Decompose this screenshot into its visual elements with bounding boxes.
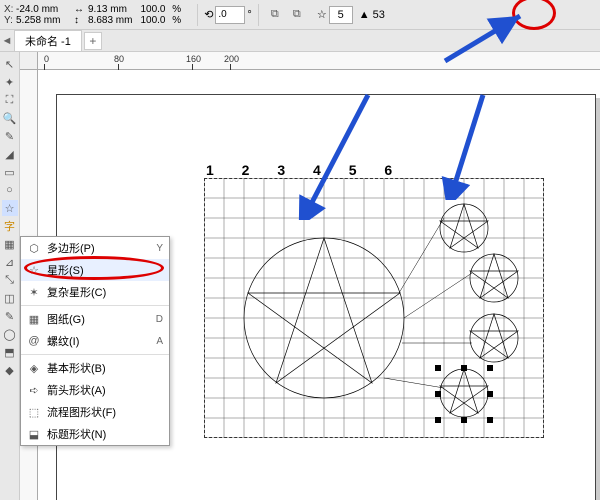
separator: [258, 4, 259, 26]
menu-complex-star[interactable]: ✶复杂星形(C): [21, 281, 169, 303]
mirror-h-icon[interactable]: ⧉: [265, 5, 285, 25]
annotation-arrow-2: [438, 90, 498, 200]
table-tool-icon[interactable]: ▦: [2, 236, 18, 252]
mirror-v-icon[interactable]: ⧉: [287, 5, 307, 25]
spiral-icon: @: [27, 334, 41, 348]
polygon-tool-icon[interactable]: ☆: [2, 200, 18, 216]
complex-star-icon: ✶: [27, 285, 41, 299]
menu-spiral[interactable]: @螺纹(I)A: [21, 330, 169, 352]
zoom-tool-icon[interactable]: 🔍: [2, 110, 18, 126]
add-tab-button[interactable]: +: [84, 32, 102, 50]
menu-arrow-shapes[interactable]: ➪箭头形状(A): [21, 379, 169, 401]
position-readout: X:-24.0 mm Y:5.258 mm: [4, 4, 66, 26]
scale-readout: 100.0 % 100.0 %: [140, 4, 181, 26]
menu-star[interactable]: ☆星形(S): [21, 259, 169, 281]
degree-label: °: [247, 9, 251, 21]
width-value[interactable]: 9.13 mm: [88, 4, 127, 15]
size-readout: ↔9.13 mm ↕8.683 mm: [74, 4, 132, 26]
menu-banner-shapes[interactable]: ⬓标题形状(N): [21, 423, 169, 445]
ellipse-tool-icon[interactable]: ○: [2, 182, 18, 198]
rotation-control: ⟲ °: [204, 6, 252, 24]
menu-flowchart-shapes[interactable]: ⬚流程图形状(F): [21, 401, 169, 423]
height-value[interactable]: 8.683 mm: [88, 15, 132, 26]
eyedropper-tool-icon[interactable]: ✎: [2, 308, 18, 324]
interactive-fill-icon[interactable]: ◆: [2, 362, 18, 378]
scale-y[interactable]: 100.0: [140, 15, 165, 26]
menu-separator: [21, 354, 169, 355]
star-icon: ☆: [27, 263, 41, 277]
outline-tool-icon[interactable]: ◯: [2, 326, 18, 342]
polygon-flyout-menu: ⬡多边形(P)Y ☆星形(S) ✶复杂星形(C) ▦图纸(G)D @螺纹(I)A…: [20, 236, 170, 446]
shape-tool-icon[interactable]: ✦: [2, 74, 18, 90]
effects-tool-icon[interactable]: ◫: [2, 290, 18, 306]
rotate-icon: ⟲: [204, 8, 213, 21]
tab-prev-icon[interactable]: ◄: [0, 34, 14, 48]
menu-graph-paper[interactable]: ▦图纸(G)D: [21, 308, 169, 330]
width-icon: ↔: [74, 4, 86, 14]
smart-fill-icon[interactable]: ◢: [2, 146, 18, 162]
sharpness-icon: ▲: [359, 9, 370, 21]
y-label: Y:: [4, 15, 14, 26]
shapes-icon: ◈: [27, 361, 41, 375]
connector-tool-icon[interactable]: ⤡: [2, 272, 18, 288]
toolbox: ↖ ✦ ⛶ 🔍 ✎ ◢ ▭ ○ ☆ 字 ▦ ⊿ ⤡ ◫ ✎ ◯ ⬒ ◆: [0, 52, 20, 500]
angle-input[interactable]: [215, 6, 245, 24]
x-label: X:: [4, 4, 14, 15]
x-value[interactable]: -24.0 mm: [16, 4, 66, 15]
annotation-arrow-3: [440, 6, 540, 66]
rectangle-tool-icon[interactable]: ▭: [2, 164, 18, 180]
tab-active[interactable]: 未命名 -1: [14, 30, 82, 51]
hexagon-icon: ⬡: [27, 241, 41, 255]
flowchart-icon: ⬚: [27, 405, 41, 419]
fill-tool-icon[interactable]: ⬒: [2, 344, 18, 360]
banner-icon: ⬓: [27, 427, 41, 441]
arrow-shape-icon: ➪: [27, 383, 41, 397]
grid-icon: ▦: [27, 312, 41, 326]
sharpness-value: 53: [373, 9, 385, 21]
freehand-tool-icon[interactable]: ✎: [2, 128, 18, 144]
annotation-arrow-1: [298, 90, 378, 220]
crop-tool-icon[interactable]: ⛶: [2, 92, 18, 108]
y-value[interactable]: 5.258 mm: [16, 15, 66, 26]
star-points-control: ☆ ▲ 53: [317, 6, 385, 24]
pick-tool-icon[interactable]: ↖: [2, 56, 18, 72]
selection-handles[interactable]: [438, 368, 490, 420]
menu-polygon[interactable]: ⬡多边形(P)Y: [21, 237, 169, 259]
menu-basic-shapes[interactable]: ◈基本形状(B): [21, 357, 169, 379]
separator: [197, 4, 198, 26]
ruler-origin[interactable]: [20, 52, 38, 70]
dimension-tool-icon[interactable]: ⊿: [2, 254, 18, 270]
points-input[interactable]: [329, 6, 353, 24]
text-tool-icon[interactable]: 字: [2, 218, 18, 234]
scale-x[interactable]: 100.0: [140, 4, 165, 15]
menu-separator: [21, 305, 169, 306]
star-icon: ☆: [317, 8, 327, 21]
height-icon: ↕: [74, 15, 86, 25]
